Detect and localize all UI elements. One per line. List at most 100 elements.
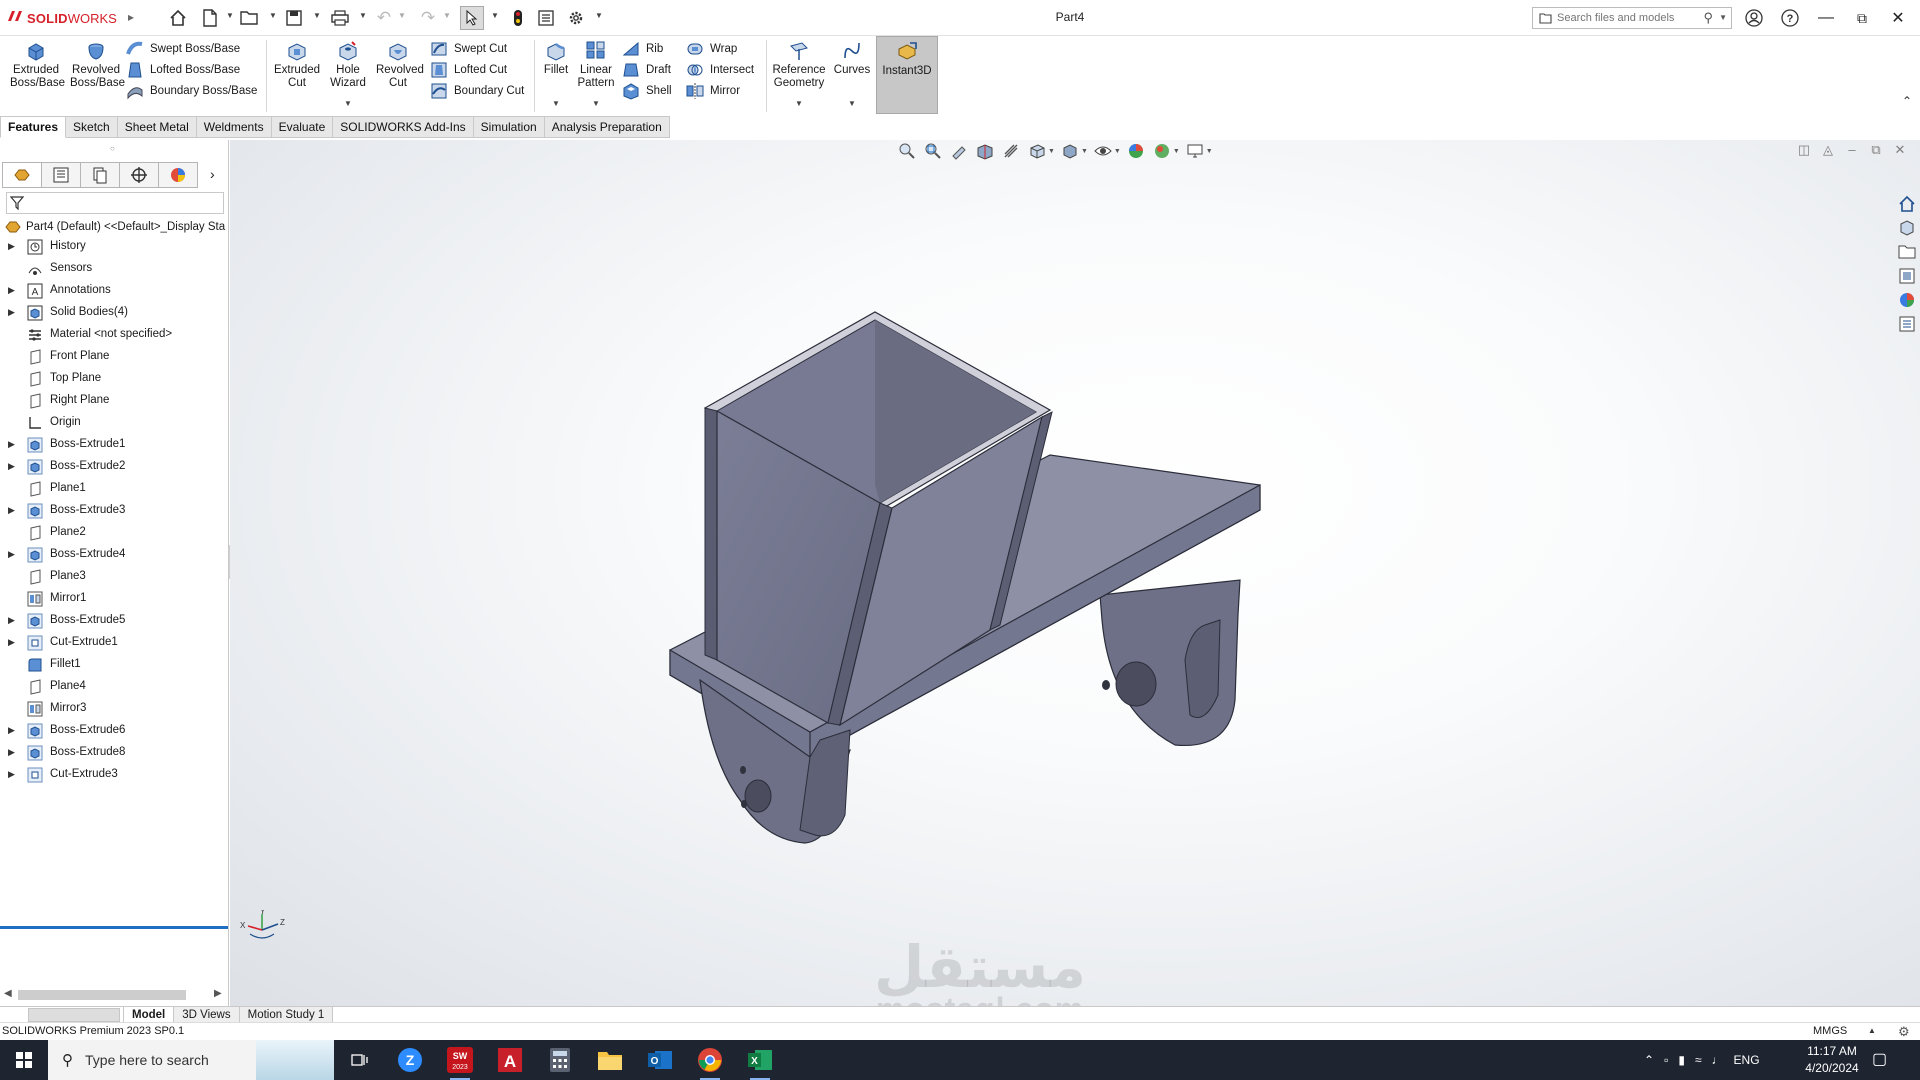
input-language[interactable]: ENG	[1734, 1053, 1760, 1067]
menu-expand-icon[interactable]: ▸	[128, 10, 134, 24]
file-explorer-app-icon[interactable]	[586, 1040, 634, 1080]
print-dropdown-icon[interactable]: ▼	[359, 11, 367, 20]
select-cursor-icon[interactable]	[460, 6, 484, 30]
curves-button[interactable]: Curves	[832, 40, 872, 77]
swept-cut-button[interactable]: Swept Cut	[430, 39, 507, 59]
new-dropdown-icon[interactable]: ▼	[226, 11, 234, 20]
tree-item[interactable]: ▶ Boss-Extrude1	[0, 434, 228, 456]
solidworks-logo[interactable]: SOLID WORKS	[6, 8, 117, 28]
collapse-ribbon-icon[interactable]: ⌃	[1902, 94, 1912, 108]
open-folder-icon[interactable]	[238, 6, 262, 30]
boundary-boss-button[interactable]: Boundary Boss/Base	[126, 81, 257, 101]
revolved-cut-button[interactable]: Revolved Cut	[374, 40, 424, 90]
help-icon[interactable]: ?	[1778, 6, 1802, 30]
scroll-left-icon[interactable]: ◀	[4, 988, 12, 999]
expand-arrow-icon[interactable]: ▶	[8, 747, 16, 758]
options-gear-icon[interactable]	[564, 6, 588, 30]
tree-item[interactable]: Mirror3	[0, 698, 228, 720]
tree-item[interactable]: Fillet1	[0, 654, 228, 676]
pattern-dropdown-icon[interactable]: ▼	[592, 99, 600, 108]
search-icon[interactable]: ⚲	[1703, 10, 1713, 26]
expand-arrow-icon[interactable]: ▶	[8, 637, 16, 648]
swept-boss-button[interactable]: Swept Boss/Base	[126, 39, 240, 59]
revolved-boss-button[interactable]: Revolved Boss/Base	[68, 40, 125, 90]
mirror-button[interactable]: Mirror	[686, 81, 740, 101]
tree-item[interactable]: Top Plane	[0, 368, 228, 390]
tree-item[interactable]: ▶ Boss-Extrude2	[0, 456, 228, 478]
battery-icon[interactable]: ▮	[1678, 1053, 1685, 1067]
search-input[interactable]	[1557, 12, 1707, 24]
tab-simulation[interactable]: Simulation	[473, 116, 545, 138]
tab-sheet-metal[interactable]: Sheet Metal	[117, 116, 197, 138]
rollback-bar[interactable]	[0, 926, 228, 929]
chrome-app-icon[interactable]	[686, 1040, 734, 1080]
minimize-button[interactable]: —	[1814, 6, 1838, 30]
fillet-button[interactable]: Fillet	[538, 40, 574, 77]
tab-motion-study[interactable]: Motion Study 1	[238, 1007, 334, 1022]
expand-arrow-icon[interactable]: ▶	[8, 725, 16, 736]
excel-app-icon[interactable]: X	[736, 1040, 784, 1080]
tree-item[interactable]: ▶ Boss-Extrude5	[0, 610, 228, 632]
open-dropdown-icon[interactable]: ▼	[269, 11, 277, 20]
dimxpert-manager-tab[interactable]	[119, 162, 159, 188]
tab-model[interactable]: Model	[123, 1007, 175, 1022]
tree-item[interactable]: ▶ Solid Bodies(4)	[0, 302, 228, 324]
tree-item[interactable]: Sensors	[0, 258, 228, 280]
usb-device-icon[interactable]: ▫	[1664, 1053, 1668, 1067]
undo-icon[interactable]: ↶	[372, 6, 396, 30]
outlook-app-icon[interactable]: O	[636, 1040, 684, 1080]
tree-item[interactable]: Origin	[0, 412, 228, 434]
notification-center-icon[interactable]: ▢	[1872, 1049, 1887, 1069]
taskbar-clock[interactable]: 11:17 AM 4/20/2024	[1796, 1043, 1868, 1077]
wrap-button[interactable]: Wrap	[686, 39, 737, 59]
redo-icon[interactable]: ↷	[416, 6, 440, 30]
taskbar-search[interactable]: ⚲ Type here to search	[48, 1040, 334, 1080]
search-dropdown-icon[interactable]: ▼	[1719, 13, 1727, 22]
tree-item[interactable]: ▶ Boss-Extrude3	[0, 500, 228, 522]
save-icon[interactable]	[282, 6, 306, 30]
zoom-app-icon[interactable]: Z	[386, 1040, 434, 1080]
tree-item[interactable]: Front Plane	[0, 346, 228, 368]
tab-solidworks-add-ins[interactable]: SOLIDWORKS Add-Ins	[333, 116, 474, 138]
tree-item[interactable]: Plane4	[0, 676, 228, 698]
display-manager-tab[interactable]	[158, 162, 198, 188]
shell-button[interactable]: Shell	[622, 81, 672, 101]
scroll-thumb[interactable]	[18, 990, 186, 1000]
restore-button[interactable]: ⧉	[1850, 6, 1874, 30]
redo-dropdown-icon[interactable]: ▼	[443, 11, 451, 20]
rebuild-icon[interactable]	[506, 6, 530, 30]
tree-item[interactable]: ▶ Cut-Extrude3	[0, 764, 228, 786]
tree-item[interactable]: ▶ History	[0, 236, 228, 258]
configuration-manager-tab[interactable]	[80, 162, 120, 188]
volume-icon[interactable]: ♩	[1712, 1053, 1724, 1067]
boundary-cut-button[interactable]: Boundary Cut	[430, 81, 524, 101]
select-dropdown-icon[interactable]: ▼	[491, 11, 499, 20]
expand-arrow-icon[interactable]: ▶	[8, 307, 16, 318]
wifi-icon[interactable]: ≈	[1695, 1053, 1702, 1067]
undo-dropdown-icon[interactable]: ▼	[398, 11, 406, 20]
tree-horizontal-scrollbar[interactable]: ◀ ▶	[0, 986, 228, 1004]
tab-evaluate[interactable]: Evaluate	[271, 116, 334, 138]
panel-grip-icon[interactable]: ○	[110, 144, 115, 153]
tab-features[interactable]: Features	[0, 116, 67, 138]
curves-dropdown-icon[interactable]: ▼	[848, 99, 856, 108]
close-button[interactable]: ✕	[1886, 6, 1910, 30]
expand-arrow-icon[interactable]: ▶	[8, 285, 16, 296]
tree-item[interactable]: Right Plane	[0, 390, 228, 412]
feature-manager-tab[interactable]	[2, 162, 42, 188]
linear-pattern-button[interactable]: Linear Pattern	[576, 40, 616, 90]
expand-arrow-icon[interactable]: ▶	[8, 505, 16, 516]
expand-arrow-icon[interactable]: ▶	[8, 439, 16, 450]
intersect-button[interactable]: Intersect	[686, 60, 754, 80]
lofted-cut-button[interactable]: Lofted Cut	[430, 60, 507, 80]
tree-item[interactable]: ▶ A Annotations	[0, 280, 228, 302]
expand-arrow-icon[interactable]: ▶	[8, 549, 16, 560]
account-icon[interactable]	[1742, 6, 1766, 30]
tree-item[interactable]: Mirror1	[0, 588, 228, 610]
task-view-icon[interactable]	[336, 1040, 384, 1080]
file-properties-icon[interactable]	[534, 6, 558, 30]
calculator-app-icon[interactable]	[536, 1040, 584, 1080]
autocad-app-icon[interactable]: A	[486, 1040, 534, 1080]
graphics-area[interactable]: ▼ ▼ ▼ ▼ ▼ ◫ ◬ – ⧉ ✕ Y Z X مستقل	[230, 140, 1920, 1006]
unit-system[interactable]: MMGS	[1813, 1025, 1847, 1037]
